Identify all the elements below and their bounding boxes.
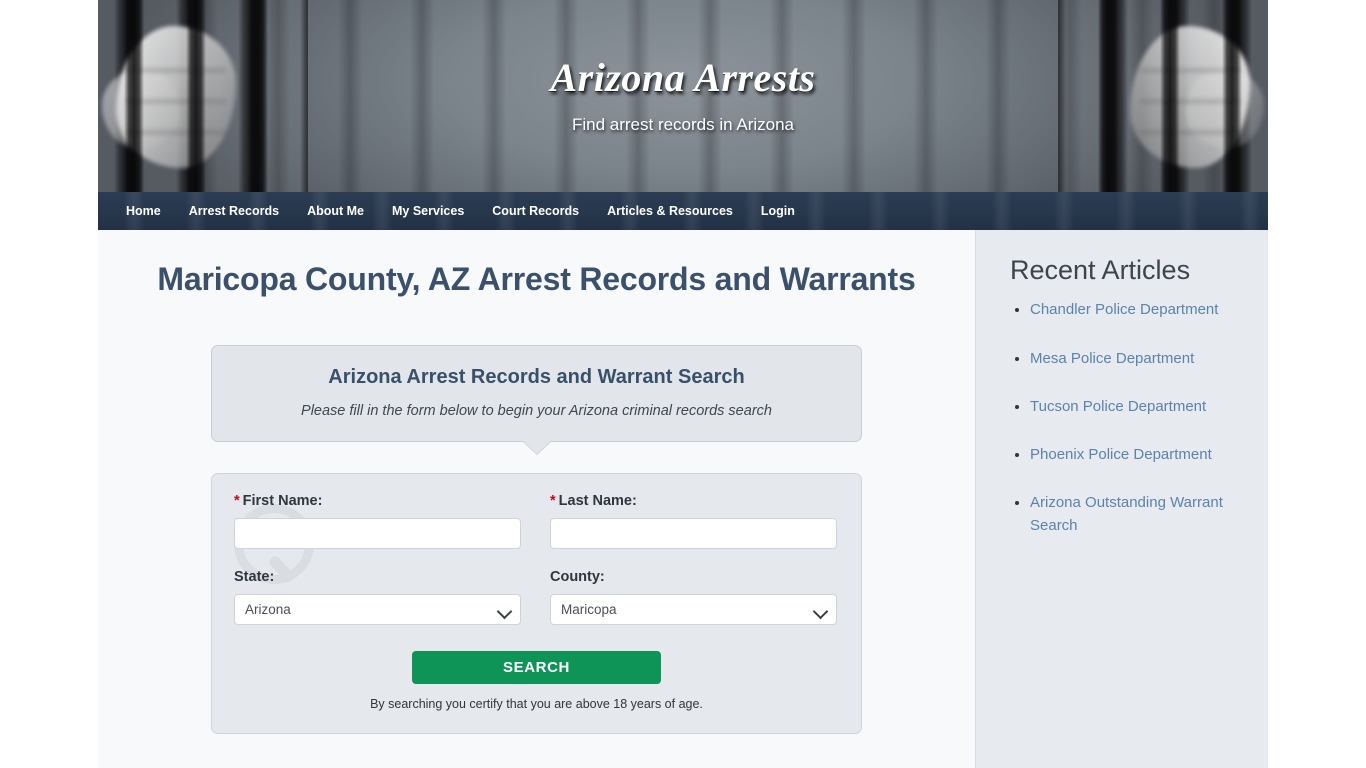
age-disclaimer: By searching you certify that you are ab… — [370, 696, 703, 711]
page-title: Maricopa County, AZ Arrest Records and W… — [157, 261, 916, 297]
first-name-required-marker: * — [234, 492, 240, 509]
article-link-arizona-outstanding-warrant-search[interactable]: Arizona Outstanding Warrant Search — [1030, 494, 1223, 534]
form-col-last-name: * Last Name: — [550, 493, 837, 549]
body-wrapper: Maricopa County, AZ Arrest Records and W… — [98, 230, 1268, 768]
masthead-text: Arizona Arrests Find arrest records in A… — [98, 0, 1268, 192]
article-link-tucson-police-department[interactable]: Tucson Police Department — [1030, 398, 1206, 415]
county-select-wrapper: Maricopa — [550, 593, 837, 625]
article-link-chandler-police-department[interactable]: Chandler Police Department — [1030, 301, 1218, 318]
state-select-wrapper: Arizona — [234, 593, 521, 625]
site-container: Arizona Arrests Find arrest records in A… — [98, 0, 1268, 768]
search-form-panel: * First Name: * Last Name: State: Arizon… — [211, 472, 862, 734]
first-name-input[interactable] — [234, 517, 521, 549]
search-button-row: SEARCH — [234, 650, 839, 684]
form-col-state: State: Arizona — [234, 569, 521, 625]
bubble-arrow-icon — [522, 440, 551, 454]
last-name-label: * Last Name: — [550, 493, 837, 509]
form-row-location: State: Arizona County: Maricopa — [234, 569, 839, 625]
last-name-required-marker: * — [550, 492, 556, 509]
masthead: Arizona Arrests Find arrest records in A… — [98, 0, 1268, 192]
list-item: Phoenix Police Department — [1030, 443, 1242, 466]
list-item: Arizona Outstanding Warrant Search — [1030, 491, 1242, 537]
list-item: Chandler Police Department — [1030, 298, 1242, 321]
article-link-mesa-police-department[interactable]: Mesa Police Department — [1030, 350, 1194, 367]
search-intro-panel: Arizona Arrest Records and Warrant Searc… — [211, 344, 862, 454]
list-item: Tucson Police Department — [1030, 395, 1242, 418]
form-row-names: * First Name: * Last Name: — [234, 493, 839, 549]
nav-item-articles-resources[interactable]: Articles & Resources — [593, 192, 747, 230]
first-name-label-text: First Name: — [242, 492, 323, 509]
last-name-input[interactable] — [550, 517, 837, 549]
search-intro-subtitle: Please fill in the form below to begin y… — [301, 402, 772, 419]
county-label: County: — [550, 568, 605, 585]
sidebar: Recent Articles Chandler Police Departme… — [975, 230, 1268, 768]
nav-item-login[interactable]: Login — [747, 192, 809, 230]
form-col-county: County: Maricopa — [550, 569, 837, 625]
sidebar-title: Recent Articles — [1010, 255, 1191, 285]
search-intro-title: Arizona Arrest Records and Warrant Searc… — [328, 365, 745, 388]
state-label: State: — [234, 568, 275, 585]
site-title: Arizona Arrests — [550, 55, 816, 100]
nav-item-arrest-records[interactable]: Arrest Records — [175, 192, 293, 230]
form-row-spacer — [234, 549, 839, 569]
recent-articles-list: Chandler Police Department Mesa Police D… — [1010, 298, 1242, 537]
article-link-phoenix-police-department[interactable]: Phoenix Police Department — [1030, 446, 1212, 463]
page-root: Arizona Arrests Find arrest records in A… — [0, 0, 1366, 768]
list-item: Mesa Police Department — [1030, 347, 1242, 370]
nav-item-home[interactable]: Home — [112, 192, 175, 230]
nav-item-court-records[interactable]: Court Records — [478, 192, 593, 230]
nav-item-my-services[interactable]: My Services — [378, 192, 478, 230]
last-name-label-text: Last Name: — [558, 492, 637, 509]
search-button[interactable]: SEARCH — [412, 650, 661, 684]
county-select[interactable]: Maricopa — [550, 593, 837, 625]
form-col-first-name: * First Name: — [234, 493, 521, 549]
nav-item-about-me[interactable]: About Me — [293, 192, 378, 230]
main-content: Maricopa County, AZ Arrest Records and W… — [98, 230, 975, 768]
search-intro-wrapper: Arizona Arrest Records and Warrant Searc… — [211, 344, 862, 454]
site-tagline: Find arrest records in Arizona — [571, 115, 795, 134]
first-name-label: * First Name: — [234, 493, 521, 509]
state-select[interactable]: Arizona — [234, 593, 521, 625]
main-navigation: Home Arrest Records About Me My Services… — [98, 192, 1268, 230]
